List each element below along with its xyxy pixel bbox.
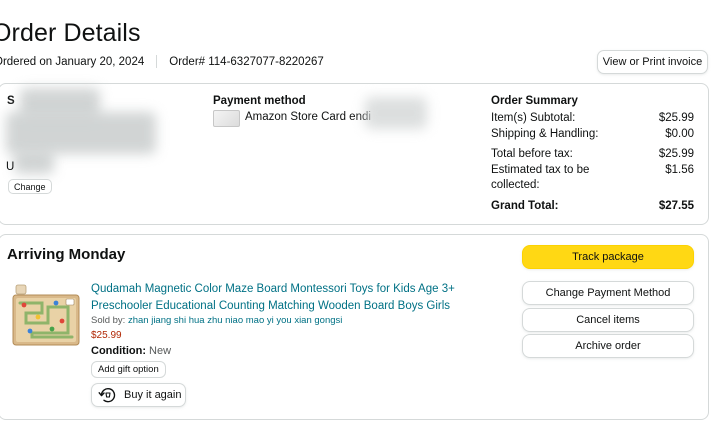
order-summary-heading: Order Summary: [491, 95, 578, 107]
sold-by: Sold by: zhan jiang shi hua zhu niao mao…: [91, 315, 342, 326]
redacted-shipping-address: [6, 112, 156, 154]
cancel-items-button[interactable]: Cancel items: [522, 308, 694, 332]
shipping-address-heading: S: [7, 95, 15, 107]
summary-label: Estimated tax to be collected:: [491, 163, 590, 192]
product-image[interactable]: [12, 283, 80, 347]
product-title-link[interactable]: Qudamah Magnetic Color Maze Board Montes…: [91, 281, 511, 314]
page-title: Order Details: [0, 19, 141, 47]
add-gift-option-button[interactable]: Add gift option: [91, 361, 166, 378]
payment-method-heading: Payment method: [213, 95, 306, 107]
order-date: Ordered on January 20, 2024: [0, 55, 145, 68]
condition-label: Condition:: [91, 345, 146, 357]
reorder-icon: [98, 387, 116, 403]
payment-card-label: Amazon Store Card endi: [245, 111, 371, 123]
item-condition: Condition: New: [91, 345, 171, 357]
redacted-shipping-city: [14, 150, 54, 174]
order-summary: Order Summary Item(s) Subtotal: $25.99 S…: [491, 95, 694, 214]
track-package-button[interactable]: Track package: [522, 245, 694, 269]
summary-row: Item(s) Subtotal: $25.99: [491, 111, 694, 127]
summary-value: $0.00: [665, 127, 694, 140]
shipping-country: U: [6, 161, 15, 173]
order-meta: Ordered on January 20, 2024 Order# 114-6…: [0, 55, 324, 68]
meta-divider: [156, 55, 158, 68]
store-card-icon: [213, 110, 240, 127]
summary-row: Total before tax: $25.99: [491, 147, 694, 163]
summary-value: $25.99: [658, 148, 694, 160]
redacted-card-ending: [365, 97, 427, 129]
buy-it-again-button[interactable]: Buy it again: [91, 383, 186, 407]
seller-link[interactable]: zhan jiang shi hua zhu niao mao yi you x…: [128, 315, 342, 326]
item-price: $25.99: [91, 330, 122, 341]
order-number: Order# 114-6327077-8220267: [169, 55, 324, 68]
grand-total-value: $27.55: [658, 199, 694, 212]
archive-order-button[interactable]: Archive order: [522, 334, 694, 358]
buy-it-again-label: Buy it again: [124, 389, 182, 401]
summary-value: $25.99: [658, 112, 694, 124]
change-payment-method-button[interactable]: Change Payment Method: [522, 281, 694, 305]
summary-label: Shipping & Handling:: [491, 127, 599, 140]
summary-row: Shipping & Handling: $0.00: [491, 127, 694, 143]
summary-label: Item(s) Subtotal:: [491, 112, 576, 124]
grand-total-label: Grand Total:: [491, 199, 559, 212]
view-print-invoice-button[interactable]: View or Print invoice: [597, 50, 708, 74]
change-address-button[interactable]: Change: [8, 179, 52, 194]
summary-row: Estimated tax to be collected: $1.56: [491, 163, 694, 194]
grand-total-row: Grand Total: $27.55: [491, 199, 694, 215]
condition-value: New: [149, 345, 172, 357]
summary-value: $1.56: [665, 163, 694, 176]
summary-label: Total before tax:: [491, 148, 573, 160]
sold-by-label: Sold by:: [91, 315, 126, 326]
delivery-status: Arriving Monday: [7, 246, 126, 263]
